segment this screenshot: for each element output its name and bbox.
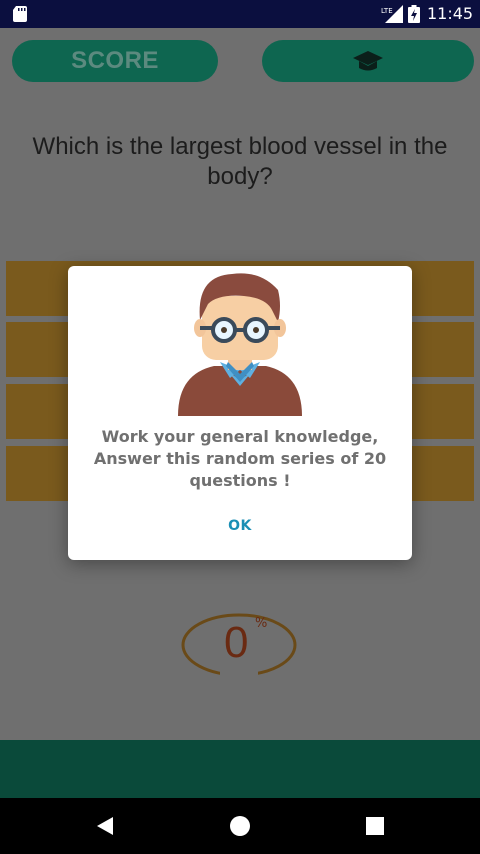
intro-dialog: Work your general knowledge, Answer this… <box>68 266 412 560</box>
progress-indicator: 0 % <box>180 612 298 678</box>
graduation-button[interactable] <box>262 40 474 82</box>
man-with-glasses-avatar <box>178 273 302 416</box>
battery-charging-icon <box>408 5 420 23</box>
sd-card-icon <box>13 6 27 22</box>
graduation-cap-icon <box>353 51 383 71</box>
ok-button[interactable]: OK <box>214 514 266 538</box>
svg-text:LTE: LTE <box>381 7 393 15</box>
back-icon[interactable] <box>95 816 115 836</box>
home-icon[interactable] <box>230 816 250 836</box>
bottom-bar <box>0 740 480 798</box>
recents-icon[interactable] <box>366 817 384 835</box>
status-bar: LTE 11:45 <box>0 0 480 28</box>
lte-signal-icon: LTE <box>381 5 403 23</box>
question-text: Which is the largest blood vessel in the… <box>32 133 448 190</box>
score-label: SCORE <box>71 47 159 74</box>
clock: 11:45 <box>427 4 474 23</box>
score-button[interactable]: SCORE <box>12 40 218 82</box>
dialog-message: Work your general knowledge, Answer this… <box>93 427 387 490</box>
progress-value: 0 <box>224 618 249 667</box>
progress-unit: % <box>255 616 268 631</box>
